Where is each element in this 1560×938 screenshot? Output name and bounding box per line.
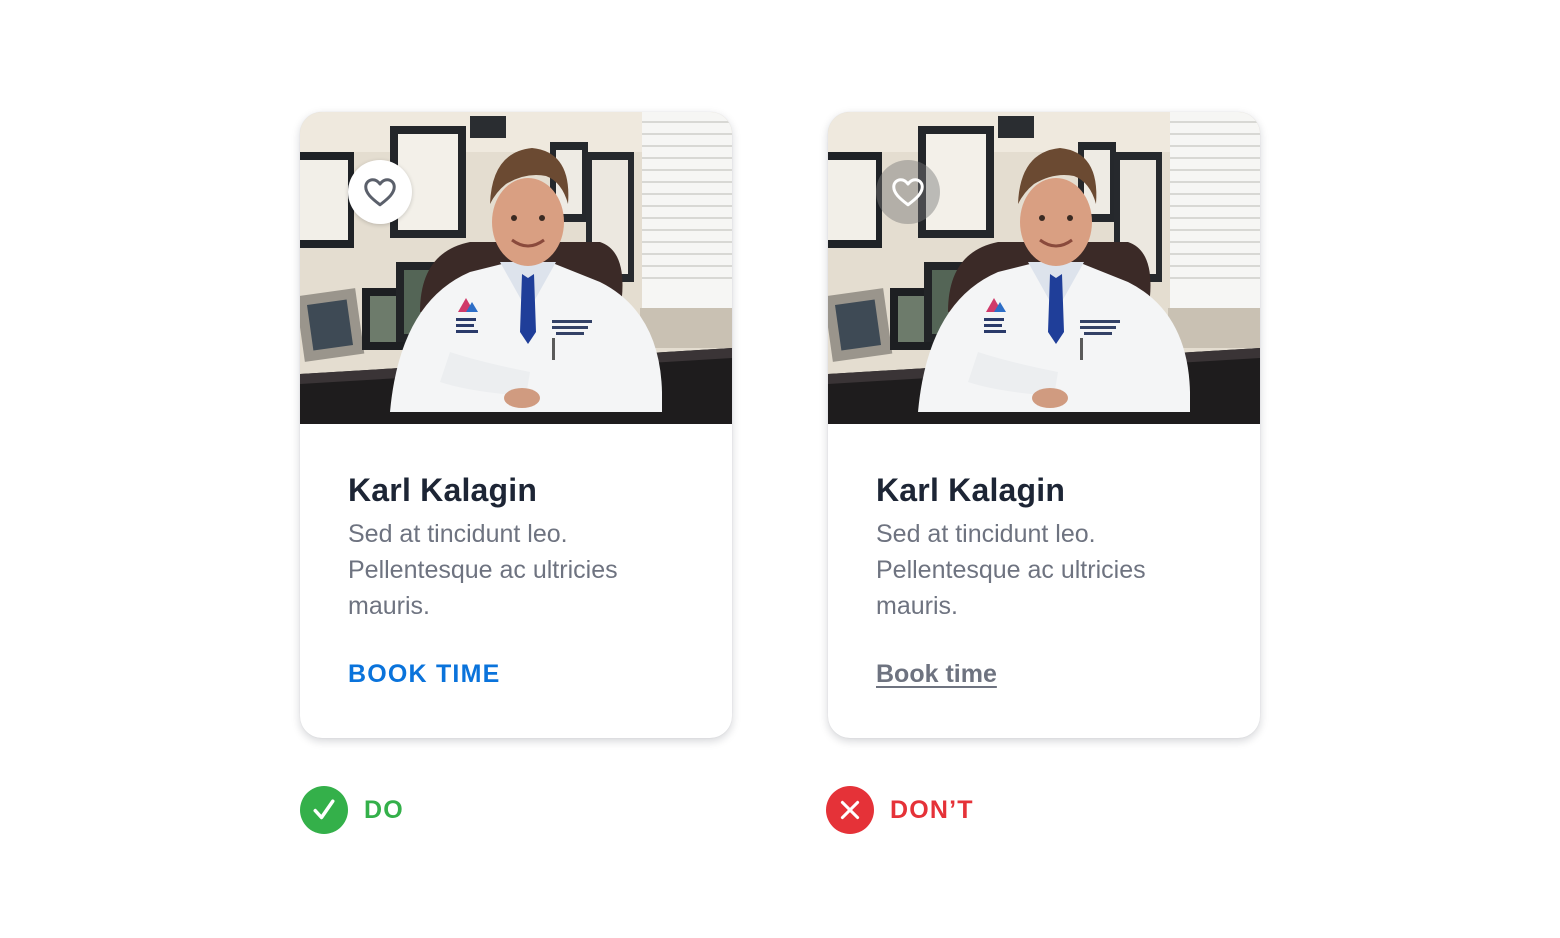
card-body: Karl Kalagin Sed at tincidunt leo. Pelle… xyxy=(348,470,698,624)
close-icon xyxy=(826,786,874,834)
favorite-button[interactable] xyxy=(876,160,940,224)
book-time-button[interactable]: BOOK TIME xyxy=(348,658,500,690)
doctor-description: Sed at tincidunt leo. Pellentesque ac ul… xyxy=(348,520,618,620)
doctor-card-dont: Karl Kalagin Sed at tincidunt leo. Pelle… xyxy=(828,112,1260,738)
favorite-button[interactable] xyxy=(348,160,412,224)
heart-outline-icon xyxy=(890,174,926,210)
doctor-photo xyxy=(828,112,1260,424)
doctor-card-do: Karl Kalagin Sed at tincidunt leo. Pelle… xyxy=(300,112,732,738)
book-time-link[interactable]: Book time xyxy=(876,658,997,690)
checkmark-icon xyxy=(300,786,348,834)
doctor-name: Karl Kalagin xyxy=(876,472,1066,508)
verdict-label: DO xyxy=(364,795,404,824)
doctor-name: Karl Kalagin xyxy=(348,472,538,508)
doctor-description: Sed at tincidunt leo. Pellentesque ac ul… xyxy=(876,520,1146,620)
doctor-photo xyxy=(300,112,732,424)
verdict-label: DON’T xyxy=(890,795,974,824)
do-dont-comparison: Karl Kalagin Sed at tincidunt leo. Pelle… xyxy=(0,0,1560,938)
verdict-dont: DON’T xyxy=(826,786,974,834)
verdict-do: DO xyxy=(300,786,404,834)
card-body: Karl Kalagin Sed at tincidunt leo. Pelle… xyxy=(876,470,1226,624)
heart-outline-icon xyxy=(362,174,398,210)
